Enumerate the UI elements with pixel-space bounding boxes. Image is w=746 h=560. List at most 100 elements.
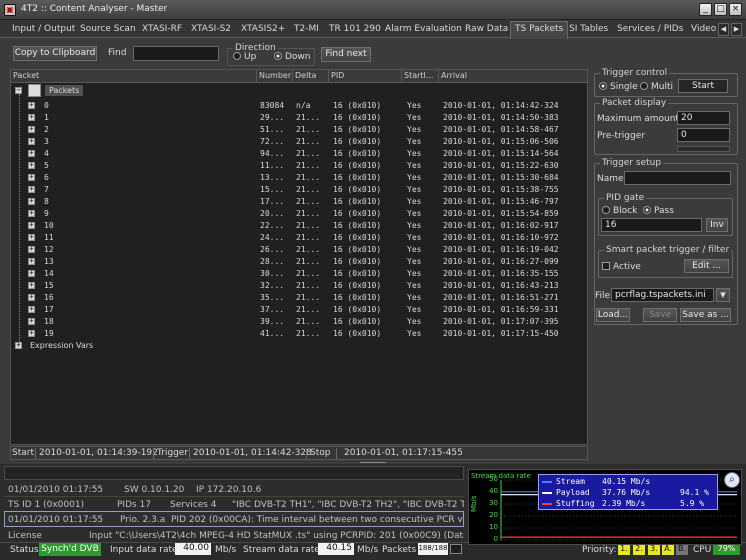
tab-tr-101-290[interactable]: TR 101 290 bbox=[325, 22, 385, 38]
tree-root-row[interactable]: − Packets bbox=[11, 84, 587, 97]
table-row[interactable]: +10 22... 21... 16 (0x010) Yes 2010-01-01, 01… bbox=[11, 220, 587, 232]
table-row[interactable]: +13 28... 21... 16 (0x010) Yes 2010-01-01, 01… bbox=[11, 256, 587, 268]
start-button[interactable]: Start bbox=[678, 79, 728, 93]
table-row[interactable]: +11 24... 21... 16 (0x010) Yes 2010-01-01, 01… bbox=[11, 232, 587, 244]
expand-icon[interactable]: + bbox=[28, 294, 35, 301]
collapse-icon[interactable]: − bbox=[15, 87, 22, 94]
tab-video[interactable]: Video bbox=[687, 22, 720, 38]
col-startl[interactable]: Startl... bbox=[402, 70, 439, 83]
capture-status-line: Start 2010-01-01, 01:14:39-192 Trigger 2… bbox=[10, 446, 588, 460]
expand-icon[interactable]: + bbox=[28, 198, 35, 205]
maximize-button[interactable]: □ bbox=[714, 3, 727, 16]
multi-radio[interactable]: Multi bbox=[640, 82, 673, 92]
table-row[interactable]: +1 29... 21... 16 (0x010) Yes 2010-01-01, 01:… bbox=[11, 112, 587, 124]
trigger-name-input[interactable] bbox=[624, 171, 731, 185]
table-row[interactable]: +15 32... 21... 16 (0x010) Yes 2010-01-01, 01… bbox=[11, 280, 587, 292]
pass-label: Pass bbox=[654, 206, 674, 216]
zoom-icon[interactable]: ⌕ bbox=[724, 472, 740, 488]
expand-icon[interactable]: + bbox=[28, 162, 35, 169]
table-row[interactable]: +8 17... 21... 16 (0x010) Yes 2010-01-01, 01:… bbox=[11, 196, 587, 208]
close-button[interactable]: × bbox=[729, 3, 742, 16]
tab-si-tables[interactable]: SI Tables bbox=[565, 22, 612, 38]
separator bbox=[336, 448, 337, 459]
direction-up-radio[interactable]: Up bbox=[233, 52, 256, 62]
expand-icon[interactable]: + bbox=[28, 258, 35, 265]
col-arrival[interactable]: Arrival bbox=[439, 70, 587, 83]
log-prio: Prio. 2.3.a bbox=[120, 515, 166, 525]
table-row[interactable]: +0 83084 n/a 16 (0x010) Yes 2010-01-01, 01:14… bbox=[11, 100, 587, 112]
log-row-alarm[interactable]: 01/01/2010 01:17:55 Prio. 2.3.a PID 202 … bbox=[4, 511, 464, 527]
save-as-button[interactable]: Save as ... bbox=[680, 308, 731, 322]
expand-icon[interactable]: + bbox=[28, 186, 35, 193]
col-pid[interactable]: PID bbox=[329, 70, 402, 83]
inv-button[interactable]: Inv bbox=[706, 218, 728, 232]
minimize-button[interactable]: _ bbox=[699, 3, 712, 16]
expand-icon[interactable]: + bbox=[28, 318, 35, 325]
tab-raw-data[interactable]: Raw Data bbox=[461, 22, 512, 38]
tab-alarm-evaluation[interactable]: Alarm Evaluation bbox=[381, 22, 466, 38]
table-row[interactable]: +14 30... 21... 16 (0x010) Yes 2010-01-01, 01… bbox=[11, 268, 587, 280]
expand-icon[interactable]: + bbox=[28, 126, 35, 133]
expand-icon[interactable]: + bbox=[28, 270, 35, 277]
file-dropdown-icon[interactable]: ▼ bbox=[716, 288, 730, 302]
packet-arrival: 2010-01-01, 01:16:51-271 bbox=[443, 293, 559, 302]
max-amount-input[interactable]: 20 bbox=[677, 111, 730, 125]
pid-gate-input[interactable]: 16 bbox=[601, 218, 702, 232]
table-row[interactable]: +12 26... 21... 16 (0x010) Yes 2010-01-01, 01… bbox=[11, 244, 587, 256]
tab-scroll-right-icon[interactable]: ▶ bbox=[731, 23, 742, 36]
active-checkbox[interactable]: Active bbox=[602, 262, 641, 272]
expand-icon[interactable]: + bbox=[28, 210, 35, 217]
tab-ts-packets[interactable]: TS Packets bbox=[510, 21, 569, 39]
block-radio[interactable]: Block bbox=[602, 206, 637, 216]
table-row[interactable]: +16 35... 21... 16 (0x010) Yes 2010-01-01, 01… bbox=[11, 292, 587, 304]
file-select[interactable]: pcrflag.tspackets.ini bbox=[611, 288, 714, 302]
table-row[interactable]: +3 72... 21... 16 (0x010) Yes 2010-01-01, 01:… bbox=[11, 136, 587, 148]
packet-number: 41... bbox=[260, 329, 285, 338]
expand-icon[interactable]: + bbox=[28, 306, 35, 313]
table-row[interactable]: +19 41... 21... 16 (0x010) Yes 2010-01-01, 01… bbox=[11, 328, 587, 340]
col-delta[interactable]: Delta bbox=[293, 70, 329, 83]
expand-icon[interactable]: + bbox=[28, 246, 35, 253]
pre-trigger-input[interactable]: 0 bbox=[677, 128, 730, 142]
log-scroll-bar[interactable] bbox=[4, 466, 464, 480]
find-next-button[interactable]: Find next bbox=[321, 47, 371, 62]
tab-t2-mi[interactable]: T2-MI bbox=[290, 22, 323, 38]
table-row[interactable]: +18 39... 21... 16 (0x010) Yes 2010-01-01, 01… bbox=[11, 316, 587, 328]
tab-source-scan[interactable]: Source Scan bbox=[76, 22, 140, 38]
tab-xtasis2plus[interactable]: XTASIS2+ bbox=[237, 22, 289, 38]
table-row[interactable]: +5 11... 21... 16 (0x010) Yes 2010-01-01, 01:… bbox=[11, 160, 587, 172]
table-row[interactable]: +4 94... 21... 16 (0x010) Yes 2010-01-01, 01:… bbox=[11, 148, 587, 160]
col-packet[interactable]: Packet bbox=[11, 70, 257, 83]
find-input[interactable] bbox=[133, 46, 219, 61]
pass-radio[interactable]: Pass bbox=[643, 206, 674, 216]
expand-icon[interactable]: + bbox=[28, 150, 35, 157]
expand-icon[interactable]: + bbox=[28, 102, 35, 109]
copy-to-clipboard-button[interactable]: Copy to Clipboard bbox=[13, 46, 97, 61]
table-row[interactable]: +7 15... 21... 16 (0x010) Yes 2010-01-01, 01:… bbox=[11, 184, 587, 196]
expand-icon[interactable]: + bbox=[28, 114, 35, 121]
expand-icon[interactable]: + bbox=[28, 174, 35, 181]
table-row[interactable]: +9 20... 21... 16 (0x010) Yes 2010-01-01, 01:… bbox=[11, 208, 587, 220]
expand-icon[interactable]: + bbox=[28, 222, 35, 229]
expand-icon[interactable]: + bbox=[28, 330, 35, 337]
tab-xtasi-s2[interactable]: XTASI-S2 bbox=[187, 22, 235, 38]
save-button[interactable]: Save bbox=[643, 308, 677, 322]
expand-icon[interactable]: + bbox=[28, 282, 35, 289]
edit-button[interactable]: Edit ... bbox=[684, 259, 729, 273]
expand-icon[interactable]: + bbox=[15, 342, 22, 349]
tab-input-output[interactable]: Input / Output bbox=[8, 22, 79, 38]
table-row[interactable]: +17 37... 21... 16 (0x010) Yes 2010-01-01, 01… bbox=[11, 304, 587, 316]
table-row[interactable]: +2 51... 21... 16 (0x010) Yes 2010-01-01, 01:… bbox=[11, 124, 587, 136]
direction-down-radio[interactable]: Down bbox=[274, 52, 311, 62]
col-number[interactable]: Number bbox=[257, 70, 293, 83]
expression-vars-row[interactable]: + Expression Vars bbox=[11, 340, 587, 352]
packet-index: 1 bbox=[44, 113, 49, 122]
table-row[interactable]: +6 13... 21... 16 (0x010) Yes 2010-01-01, 01:… bbox=[11, 172, 587, 184]
tab-services-pids[interactable]: Services / PIDs bbox=[613, 22, 687, 38]
load-button[interactable]: Load... bbox=[596, 308, 630, 322]
tab-scroll-left-icon[interactable]: ◀ bbox=[718, 23, 729, 36]
single-radio[interactable]: Single bbox=[599, 82, 638, 92]
tab-xtasi-rf[interactable]: XTASI-RF bbox=[138, 22, 186, 38]
expand-icon[interactable]: + bbox=[28, 138, 35, 145]
expand-icon[interactable]: + bbox=[28, 234, 35, 241]
